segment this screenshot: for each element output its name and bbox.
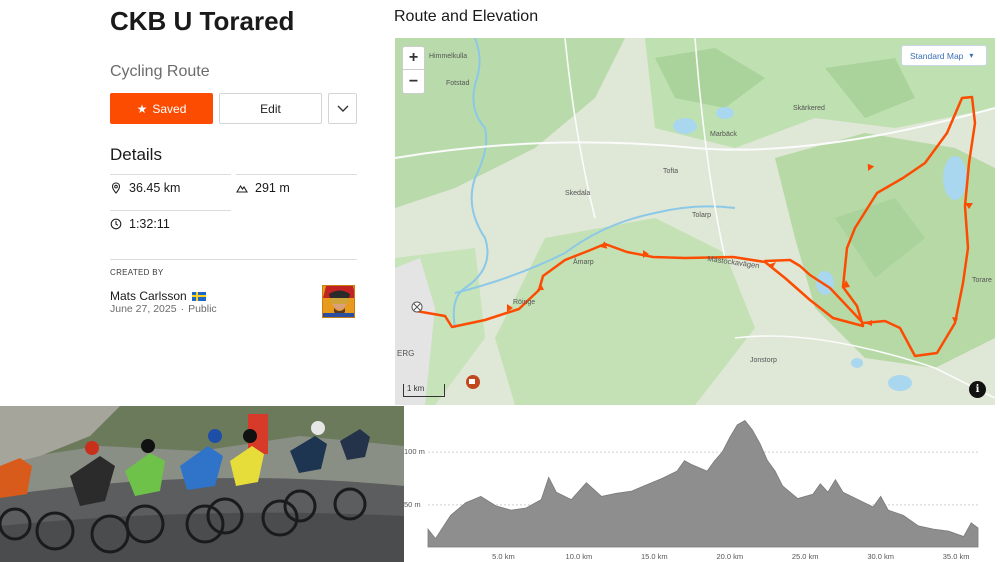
author-name[interactable]: Mats Carlsson [110,289,187,303]
place-label: Röinge [513,299,536,306]
cyclists-photo-image [0,406,404,562]
map-scale: 1 km [403,384,445,397]
divider [110,259,357,260]
elevation-area [427,419,979,548]
x-tick-label: 15.0 km [640,552,668,561]
zoom-control: + − [402,46,425,94]
x-tick-label: 5.0 km [492,552,515,561]
place-label: Åmarp [573,259,594,266]
y-tick-label: 50 m [404,499,421,509]
more-options-button[interactable] [328,93,357,124]
map-style-select[interactable]: Standard Map ▾ [901,45,987,66]
place-label: Torare [972,277,992,284]
place-label: Marbäck [710,131,737,138]
map-canvas [395,38,995,405]
place-label: ERG [397,349,415,358]
saved-button-label: Saved [152,101,187,116]
route-title: CKB U Torared [110,6,295,36]
created-date: June 27, 2025 [110,303,177,315]
elevation-stat: 291 m [236,181,290,195]
saved-button[interactable]: ★ Saved [110,93,213,124]
time-stat: 1:32:11 [110,217,170,231]
chevron-down-icon [337,105,348,112]
visibility: Public [188,303,217,315]
map-style-label: Standard Map [910,50,964,61]
separator-dot: · [180,303,185,315]
zoom-out-button[interactable]: − [403,70,424,93]
time-value: 1:32:11 [129,217,170,231]
chevron-down-icon: ▾ [969,51,974,60]
y-tick-label: 100 m [404,447,425,457]
divider [236,174,357,175]
location-pin-icon [111,182,121,194]
elevation-value: 291 m [255,181,290,195]
details-heading: Details [110,145,162,164]
info-icon[interactable]: i [969,381,986,398]
mountain-icon [236,184,248,193]
place-label: Skärkered [793,105,825,112]
x-tick-label: 25.0 km [791,552,819,561]
edit-button[interactable]: Edit [219,93,322,124]
x-tick-label: 30.0 km [867,552,895,561]
avatar[interactable] [322,285,355,318]
star-icon: ★ [136,101,148,116]
distance-value: 36.45 km [129,181,181,195]
place-label: Tofta [663,168,679,175]
place-label: Skedala [565,190,591,197]
route-type: Cycling Route [110,63,210,80]
sweden-flag-icon [191,291,206,301]
place-label: Jonstorp [750,357,777,364]
zoom-in-button[interactable]: + [403,47,424,70]
x-tick-label: 10.0 km [565,552,593,561]
clock-icon [110,218,122,230]
distance-stat: 36.45 km [110,181,180,195]
divider [110,210,231,211]
elevation-chart [427,419,979,548]
x-tick-label: 35.0 km [942,552,970,561]
edit-button-label: Edit [260,101,281,116]
elevation-profile: 100 m 50 m 5.0 km 10.0 km 15.0 km 20.0 k… [404,406,1000,562]
author-meta: June 27, 2025 · Public [110,303,217,315]
author-name-row[interactable]: Mats Carlsson [110,289,206,303]
created-by-label: CREATED BY [110,268,164,277]
x-tick-label: 20.0 km [716,552,744,561]
divider [110,174,231,175]
avatar-image [323,286,354,317]
place-label: Tolarp [692,212,712,219]
map-heading: Route and Elevation [394,8,539,25]
route-info-panel: CKB U Torared Cycling Route ★ Saved Edit… [0,0,400,405]
route-map[interactable]: Himmelkulla Fotstad Skedala Tofta Marbäc… [395,38,995,405]
place-label: Fotstad [446,80,470,87]
route-photo[interactable] [0,406,404,562]
place-label: Himmelkulla [429,53,468,60]
